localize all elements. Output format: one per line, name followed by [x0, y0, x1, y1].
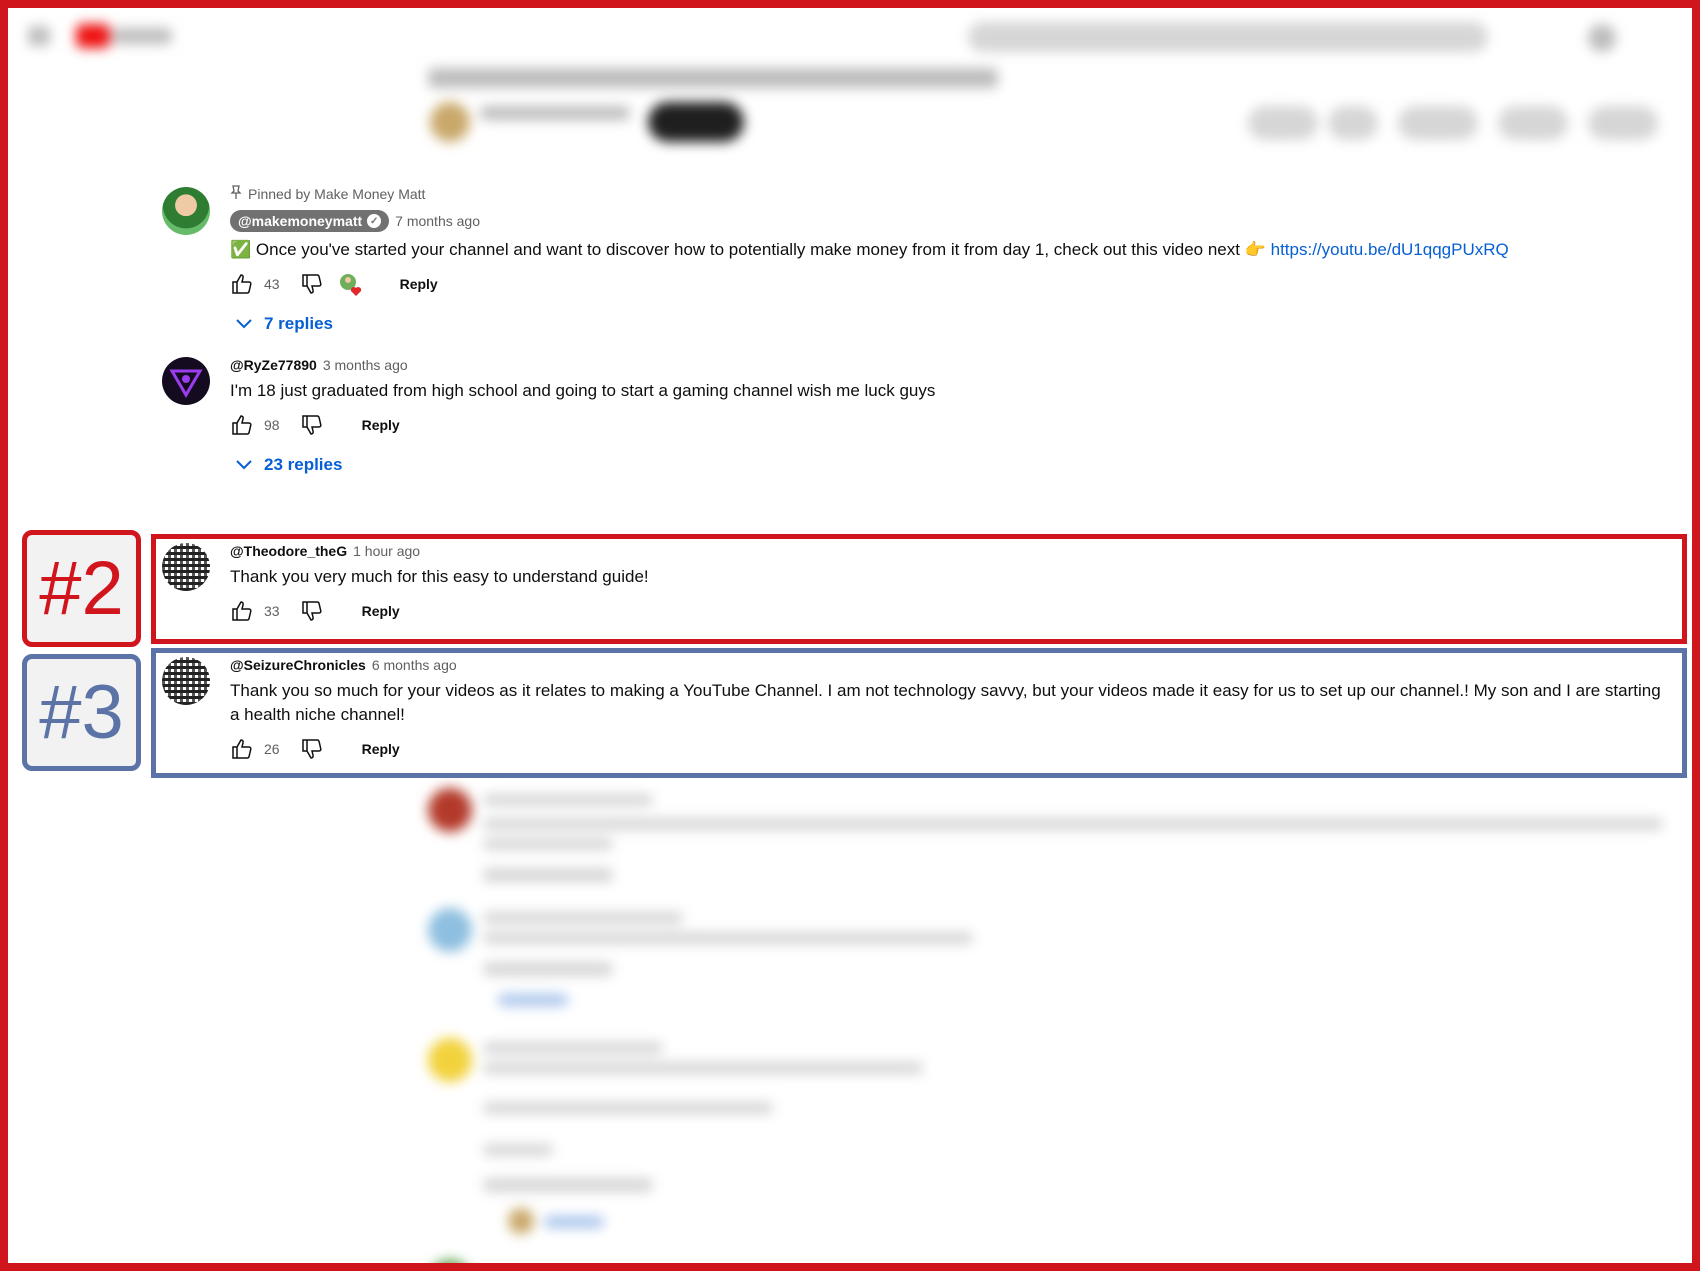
view-replies-button[interactable]: 23 replies — [236, 455, 1668, 475]
like-count: 43 — [264, 276, 280, 292]
reply-line — [483, 1062, 923, 1074]
video-title — [428, 68, 998, 88]
menu-icon — [28, 26, 50, 46]
like-count: 98 — [264, 417, 280, 433]
comment-author[interactable]: @RyZe77890 — [230, 357, 317, 373]
avatar[interactable] — [162, 187, 210, 235]
annotation-label-3: #3 — [22, 654, 141, 771]
thumbs-down-icon[interactable] — [300, 413, 324, 437]
avatar[interactable] — [162, 357, 210, 405]
replies-count: 23 replies — [264, 455, 343, 474]
highlight-box-3 — [151, 648, 1687, 778]
chevron-down-icon — [236, 314, 252, 334]
download-pill — [1498, 106, 1568, 140]
annotation-label-2: #2 — [22, 530, 141, 647]
comment-body: ✅ Once you've started your channel and w… — [230, 240, 1266, 259]
thumbs-up-icon[interactable] — [230, 413, 254, 437]
reply-avatar — [428, 1260, 472, 1263]
like-pill — [1248, 106, 1318, 140]
reply-avatar — [428, 1038, 472, 1082]
view-replies-button[interactable]: 7 replies — [236, 314, 1668, 334]
reply-button[interactable]: Reply — [362, 417, 400, 433]
comment-text: I'm 18 just graduated from high school a… — [230, 381, 936, 400]
reply-line — [483, 838, 613, 850]
reply-line — [483, 794, 653, 806]
replies-count: 7 replies — [264, 314, 333, 333]
creator-heart-icon — [338, 272, 362, 296]
share-pill — [1398, 106, 1478, 140]
subscribe-button — [648, 102, 744, 142]
account-avatar — [1588, 24, 1616, 52]
channel-avatar — [430, 102, 470, 142]
reply-avatar — [428, 788, 472, 832]
reply-line — [483, 1042, 663, 1054]
reply-link — [498, 994, 568, 1006]
search-bar — [968, 22, 1488, 52]
reply-line — [483, 1102, 773, 1114]
comment-text: ✅ Once you've started your channel and w… — [230, 238, 1668, 262]
youtube-logo — [76, 24, 110, 48]
reply-actions — [483, 962, 613, 976]
reply-line — [483, 818, 1663, 830]
reply-button[interactable]: Reply — [400, 276, 438, 292]
comment-time[interactable]: 3 months ago — [323, 357, 408, 373]
screenshot-frame: Pinned by Make Money Matt @makemoneymatt… — [0, 0, 1700, 1271]
highlight-box-2 — [151, 534, 1687, 644]
thumbs-down-icon[interactable] — [300, 272, 324, 296]
verified-icon: ✓ — [367, 214, 382, 228]
reply-line — [483, 932, 973, 944]
reply-line — [483, 912, 683, 924]
comment-actions: 43 Reply — [230, 272, 1668, 296]
pin-icon — [230, 185, 242, 202]
pinned-text: Pinned by Make Money Matt — [248, 185, 426, 202]
video-link[interactable]: https://youtu.be/dU1qqgPUxRQ — [1271, 240, 1509, 259]
author-handle: @makemoneymatt — [238, 213, 363, 229]
reply-avatar — [428, 908, 472, 952]
reply-actions — [483, 1178, 653, 1192]
comment-actions: 98 Reply — [230, 413, 1668, 437]
reply-actions — [483, 868, 613, 882]
comment-author[interactable]: @makemoneymatt ✓ — [230, 210, 390, 232]
chevron-down-icon — [236, 455, 252, 475]
reply-avatar-small — [508, 1208, 534, 1234]
channel-name — [480, 106, 630, 120]
dislike-pill — [1328, 106, 1378, 140]
pinned-label: Pinned by Make Money Matt — [230, 185, 1668, 202]
logo-wordmark — [112, 28, 172, 44]
comment-time[interactable]: 7 months ago — [395, 213, 480, 229]
reply-link — [544, 1216, 604, 1228]
reply-line — [483, 1144, 553, 1156]
thumbs-up-icon[interactable] — [230, 272, 254, 296]
more-pill — [1588, 106, 1658, 140]
